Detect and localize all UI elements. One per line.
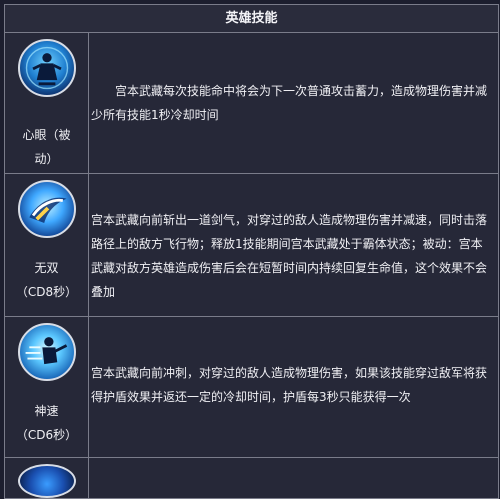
skill-row: 神速 （CD6秒） 宫本武藏向前冲刺，对穿过的敌人造成物理伤害，如果该技能穿过敌…	[5, 317, 498, 458]
skill-name: 神速	[34, 404, 59, 418]
skill-description: 宫本武藏每次技能命中将会为下一次普通攻击蓄力，造成物理伤害并减少所有技能1秒冷却…	[91, 84, 488, 122]
skill-info-cell	[5, 458, 89, 498]
ultimate-skill-icon	[17, 464, 76, 498]
skill-info-cell: 无双 （CD8秒）	[5, 174, 89, 316]
skill-description: 宫本武藏向前冲刺，对穿过的敌人造成物理伤害，如果该技能穿过敌军将获得护盾效果并返…	[91, 366, 488, 404]
sword-wave-icon	[17, 180, 76, 238]
skill-row: 无双 （CD8秒） 宫本武藏向前斩出一道剑气，对穿过的敌人造成物理伤害并减速，同…	[5, 174, 498, 317]
skill-info-cell: 心眼（被 动）	[5, 33, 89, 173]
dash-strike-icon	[17, 323, 76, 381]
skill-info-cell: 神速 （CD6秒）	[5, 317, 89, 457]
skill-cooldown: （CD8秒）	[15, 285, 78, 299]
table-header: 英雄技能	[5, 5, 498, 33]
hero-meditate-icon	[17, 39, 76, 97]
skill-description: 宫本武藏向前斩出一道剑气，对穿过的敌人造成物理伤害并减速，同时击落路径上的敌方飞…	[91, 213, 488, 299]
skill-name: 无双	[34, 261, 59, 275]
skill-row: 心眼（被 动） 宫本武藏每次技能命中将会为下一次普通攻击蓄力，造成物理伤害并减少…	[5, 33, 498, 174]
skill-cooldown: 动）	[34, 152, 59, 166]
skill-row	[5, 458, 498, 498]
skill-description	[89, 458, 498, 498]
hero-skills-table: 英雄技能 心眼（被 动） 宫本武藏每次技能命中将会为下一次普通攻击蓄力，造成物理…	[4, 4, 499, 499]
skill-cooldown: （CD6秒）	[15, 428, 78, 442]
skill-name: 心眼（被	[22, 128, 71, 142]
